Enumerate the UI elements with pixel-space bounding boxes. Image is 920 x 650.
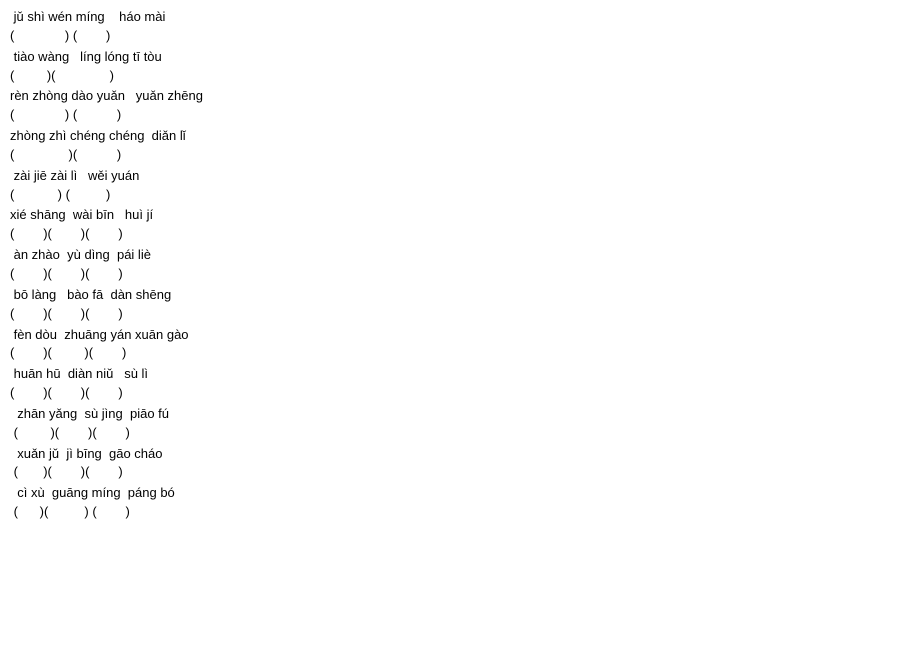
- line-6-paren: ( )( )( ): [10, 225, 910, 244]
- line-2-pinyin: tiào wàng líng lóng tī tòu: [10, 48, 910, 67]
- line-5-pinyin: zài jiē zài lì wěi yuán: [10, 167, 910, 186]
- line-13-paren: ( )( ) ( ): [10, 503, 910, 522]
- line-11-paren: ( )( )( ): [10, 424, 910, 443]
- line-12-pinyin: xuǎn jǔ jì bīng gāo cháo: [10, 445, 910, 464]
- line-7-pinyin: àn zhào yù dìng pái liè: [10, 246, 910, 265]
- line-3-paren: ( ) ( ): [10, 106, 910, 125]
- line-4-paren: ( )( ): [10, 146, 910, 165]
- line-9-pinyin: fèn dòu zhuāng yán xuān gào: [10, 326, 910, 345]
- line-10-pinyin: huān hū diàn niǔ sù lì: [10, 365, 910, 384]
- line-5-paren: ( ) ( ): [10, 186, 910, 205]
- line-7-paren: ( )( )( ): [10, 265, 910, 284]
- line-1-paren: ( ) ( ): [10, 27, 910, 46]
- line-8-paren: ( )( )( ): [10, 305, 910, 324]
- line-10-paren: ( )( )( ): [10, 384, 910, 403]
- line-9-paren: ( )( )( ): [10, 344, 910, 363]
- line-2-paren: ( )( ): [10, 67, 910, 86]
- line-11-pinyin: zhān yǎng sù jìng piāo fú: [10, 405, 910, 424]
- line-13-pinyin: cì xù guāng míng páng bó: [10, 484, 910, 503]
- line-1-pinyin: jǔ shì wén míng háo mài: [10, 8, 910, 27]
- line-4-pinyin: zhòng zhì chéng chéng diǎn lǐ: [10, 127, 910, 146]
- line-6-pinyin: xié shāng wài bīn huì jí: [10, 206, 910, 225]
- line-12-paren: ( )( )( ): [10, 463, 910, 482]
- line-3-pinyin: rèn zhòng dào yuǎn yuǎn zhēng: [10, 87, 910, 106]
- document: jǔ shì wén míng háo mài ( ) ( ) tiào wàn…: [10, 8, 910, 522]
- line-8-pinyin: bō làng bào fā dàn shēng: [10, 286, 910, 305]
